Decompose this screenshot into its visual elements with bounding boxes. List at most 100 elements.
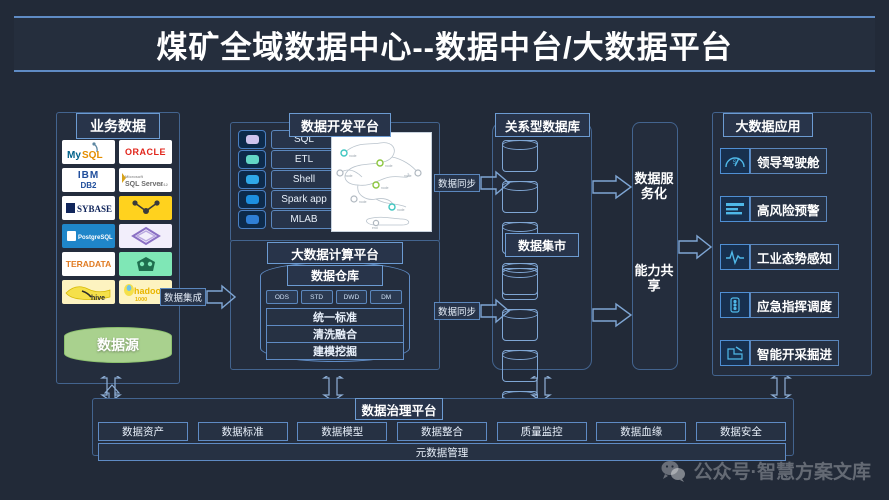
watermark-text: 公众号·智慧方案文库: [693, 462, 871, 483]
dev-item-spark-app[interactable]: Spark app: [238, 190, 337, 209]
logo-teradata-text: TERADATA: [65, 258, 112, 269]
app-item-industrial-situation[interactable]: 工业态势感知: [720, 244, 840, 270]
app-item-leadership-cockpit[interactable]: S 领导驾驶舱: [720, 148, 827, 174]
logo-tile-green: [119, 252, 172, 276]
gov-item-quality-monitor[interactable]: 质量监控: [496, 422, 587, 441]
title-banner: 煤矿全域数据中心--数据中台/大数据平台: [14, 16, 875, 72]
app-item-label: 应急指挥调度: [750, 292, 840, 318]
governance-title: 数据治理平台: [355, 398, 443, 420]
app-item-high-risk-alert[interactable]: 高风险预警: [720, 196, 827, 222]
app-item-label: 工业态势感知: [750, 244, 840, 270]
svg-text:S: S: [733, 160, 737, 166]
dev-item-label: MLAB: [271, 210, 337, 229]
db-cylinder: [502, 140, 538, 172]
logo-postgresql: PostgreSQL: [62, 224, 115, 248]
svg-text:node: node: [359, 200, 367, 204]
svg-text:Microsoft: Microsoft: [125, 174, 144, 179]
svg-text:end: end: [372, 226, 378, 230]
logo-ibm-db2: IBM DB2: [62, 168, 115, 192]
logo-db2-text: DB2: [80, 180, 97, 190]
gov-item-data-standard[interactable]: 数据标准: [197, 422, 288, 441]
app-item-smart-mining[interactable]: 智能开采掘进: [720, 340, 840, 366]
layer-ods: ODS: [266, 290, 298, 304]
dev-item-etl[interactable]: ETL: [238, 150, 337, 169]
gov-item-data-security[interactable]: 数据安全: [695, 422, 786, 441]
db-cylinder: [502, 268, 538, 300]
layer-std: STD: [300, 290, 333, 304]
logo-ibm-text: IBM: [77, 169, 100, 181]
logo-tile-purple: [119, 224, 172, 248]
mlab-icon: [238, 210, 266, 229]
data-service-column-content: 数据服务化 能力共享: [632, 122, 676, 368]
pulse-wave-icon: [720, 244, 750, 270]
layer-dwd: DWD: [335, 290, 368, 304]
svg-text:node: node: [345, 174, 353, 178]
data-source-label: 数据源: [97, 337, 139, 353]
arrow-rdb-to-service-bottom: [592, 302, 632, 328]
svg-text:node: node: [385, 164, 393, 168]
svg-text:My: My: [67, 150, 81, 161]
logo-tile-yellow: [119, 196, 172, 220]
arrow-right-icon: [480, 170, 511, 196]
etl-icon: [238, 150, 266, 169]
flow-data-integration: 数据集成: [160, 284, 237, 310]
relational-db-content: 数据集市: [492, 122, 590, 423]
logo-teradata: TERADATA: [62, 252, 115, 276]
flow-label: 数据同步: [434, 302, 481, 320]
workflow-dag-canvas[interactable]: node node node node node node node end: [331, 132, 432, 232]
arrow-service-to-apps: [678, 234, 712, 260]
svg-text:1000: 1000: [135, 297, 147, 303]
watermark: 公众号·智慧方案文库: [660, 457, 871, 484]
gov-item-data-asset[interactable]: 数据资产: [98, 422, 188, 441]
spark-app-icon: [238, 190, 266, 209]
dev-platform-title: 数据开发平台: [289, 113, 391, 137]
svg-text:PostgreSQL: PostgreSQL: [78, 235, 113, 241]
wechat-icon: [661, 460, 685, 482]
database-logo-grid: My SQL ORACLE IBM DB2 Microsoft SQL Serv…: [62, 140, 172, 304]
dev-item-label: Shell: [271, 170, 337, 189]
flow-label: 数据集成: [160, 288, 207, 306]
warehouse-layer-row: ODS STD DWD DM: [266, 290, 402, 304]
shell-icon: [238, 170, 266, 189]
dev-platform-content: SQL ETL Shell Spark app MLAB node node n…: [230, 122, 438, 240]
svg-text:node: node: [381, 186, 389, 190]
logo-oracle-text: ORACLE: [125, 146, 166, 157]
capability-clean-fusion: 清洗融合: [266, 325, 404, 343]
app-item-label: 智能开采掘进: [750, 340, 840, 366]
governance-item-row: 数据资产 数据标准 数据模型 数据整合 质量监控 数据血缘 数据安全: [98, 422, 786, 441]
dev-item-label: Spark app: [271, 190, 337, 209]
traffic-light-icon: [720, 292, 750, 318]
sql-icon: [238, 130, 266, 149]
business-data-content: My SQL ORACLE IBM DB2 Microsoft SQL Serv…: [56, 112, 178, 382]
data-mart-label: 数据集市: [505, 233, 579, 257]
gov-item-data-integration[interactable]: 数据整合: [396, 422, 487, 441]
applications-content: S 领导驾驶舱 高风险预警 工业态势感知 应急指挥调度 智能开采掘进: [712, 112, 870, 374]
capability-modeling-mining: 建模挖掘: [266, 342, 404, 360]
gov-item-data-lineage[interactable]: 数据血缘: [596, 422, 687, 441]
svg-text:SQL: SQL: [82, 150, 103, 161]
app-item-label: 领导驾驶舱: [750, 148, 827, 174]
cockpit-icon: S: [720, 148, 750, 174]
calc-platform-title: 大数据计算平台: [267, 242, 403, 264]
flow-data-sync-top: 数据同步: [434, 170, 511, 196]
applications-title: 大数据应用: [723, 113, 813, 137]
arrow-right-icon: [480, 298, 511, 324]
app-item-emergency-command[interactable]: 应急指挥调度: [720, 292, 840, 318]
svg-text:SYBASE: SYBASE: [77, 204, 112, 214]
dev-item-mlab[interactable]: MLAB: [238, 210, 337, 229]
logo-sql-server: Microsoft SQL Server 2012: [119, 168, 172, 192]
page-title: 煤矿全域数据中心--数据中台/大数据平台: [156, 29, 733, 65]
svg-text:node: node: [404, 174, 412, 178]
dev-item-label: ETL: [271, 150, 337, 169]
logo-sybase: SYBASE: [62, 196, 115, 220]
arrow-rdb-to-service-top: [592, 174, 632, 200]
dev-item-shell[interactable]: Shell: [238, 170, 337, 189]
svg-text:SQL Server: SQL Server: [125, 181, 163, 188]
app-item-label: 高风险预警: [750, 196, 827, 222]
arrow-right-icon: [206, 284, 237, 310]
data-source-cylinder: 数据源: [64, 327, 172, 363]
svg-text:hive: hive: [91, 295, 105, 302]
capability-unified-standard: 统一标准: [266, 308, 404, 326]
gov-item-data-model[interactable]: 数据模型: [297, 422, 388, 441]
svg-text:2012: 2012: [159, 182, 169, 187]
